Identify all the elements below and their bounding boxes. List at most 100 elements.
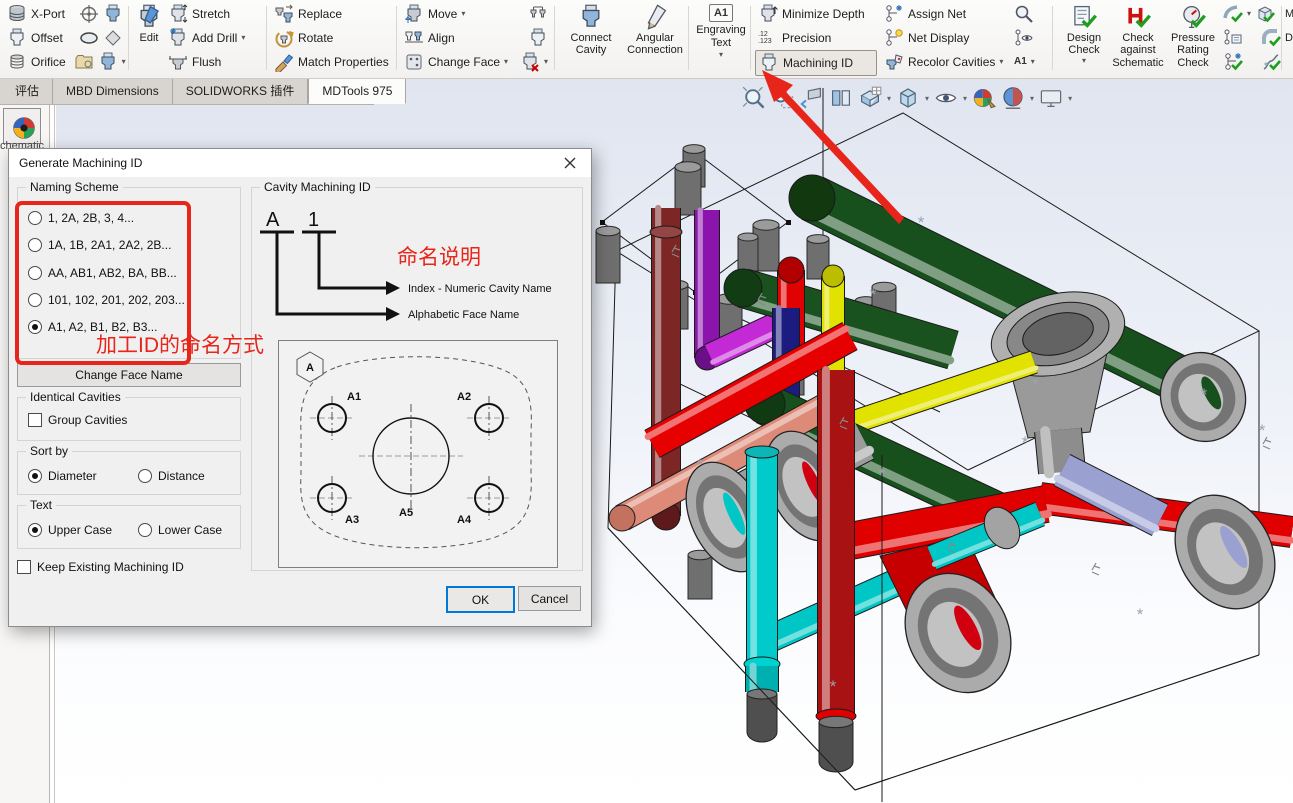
library-cavity-icon[interactable] <box>74 52 94 72</box>
oval-cavity-icon[interactable] <box>79 28 99 48</box>
flush-icon <box>168 52 188 72</box>
dropdown-icon[interactable]: ▾ <box>999 58 1003 66</box>
svg-text:A1: A1 <box>347 391 361 403</box>
id-display-button[interactable]: A1 ▾ <box>1011 50 1051 74</box>
tab-mdtools-975[interactable]: MDTools 975 <box>308 78 407 104</box>
group-cavities-checkbox[interactable]: Group Cavities <box>28 412 127 427</box>
dropdown-icon[interactable]: ▾ <box>963 94 967 103</box>
locate-cavity-icon[interactable] <box>79 4 99 24</box>
net-check-icon[interactable] <box>1223 52 1243 72</box>
dialog-title: Generate Machining ID <box>19 156 143 170</box>
align-button[interactable]: Align <box>401 26 551 50</box>
angular-connection-button[interactable]: Angular Connection <box>622 2 688 78</box>
view-settings-icon[interactable] <box>1039 86 1063 110</box>
stretch-button[interactable]: Stretch <box>165 2 248 26</box>
svg-text:A: A <box>266 209 280 231</box>
zoom-cavity-button[interactable] <box>1011 2 1051 26</box>
dropdown-icon[interactable]: ▾ <box>504 58 508 66</box>
tab-solidworks-addins[interactable]: SOLIDWORKS 插件 <box>172 78 309 104</box>
chamfer-icon[interactable] <box>103 28 123 48</box>
sort-distance-radio[interactable]: Distance <box>138 468 205 483</box>
replace-button[interactable]: Replace <box>271 2 393 26</box>
radio-1-2a-2b[interactable]: 1, 2A, 2B, 3, 4... <box>28 210 134 225</box>
id-lamp-icon: A1 <box>1014 55 1027 67</box>
cancel-button[interactable]: Cancel <box>518 586 581 611</box>
keep-existing-id-checkbox[interactable]: Keep Existing Machining ID <box>17 559 184 574</box>
magnifier-icon <box>1014 4 1034 24</box>
text-case-group: Text Upper Case Lower Case <box>17 498 241 549</box>
net-display-button[interactable]: Net Display <box>881 26 1007 50</box>
zoom-to-fit-icon[interactable] <box>742 86 766 110</box>
radio-101-102[interactable]: 101, 102, 201, 202, 203... <box>28 292 185 307</box>
pressure-rating-check-button[interactable]: Pressure Rating Check <box>1166 2 1220 78</box>
net-visibility-button[interactable] <box>1011 26 1051 50</box>
precision-button[interactable]: .12 .123 Precision <box>755 26 877 50</box>
dropdown-icon[interactable]: ▾ <box>925 94 929 103</box>
wire-check-icon[interactable] <box>1261 52 1281 72</box>
radio-1a-1b-2a1[interactable]: 1A, 1B, 2A1, 2A2, 2B... <box>28 237 171 252</box>
change-face-button[interactable]: Change Face ▾ ▾ <box>401 50 551 74</box>
svg-text:1: 1 <box>308 209 319 231</box>
svg-text:*: * <box>830 677 837 696</box>
close-button[interactable] <box>549 149 591 177</box>
cavity-check-icon[interactable] <box>1223 4 1243 24</box>
pair-cavities-icon[interactable] <box>528 4 548 24</box>
minimize-depth-button[interactable]: Minimize Depth <box>755 2 877 26</box>
upper-case-radio[interactable]: Upper Case <box>28 522 112 537</box>
rotate-button[interactable]: Rotate <box>271 26 393 50</box>
volume-check-icon[interactable] <box>1255 4 1275 24</box>
ok-button[interactable]: OK <box>446 586 515 613</box>
edit-appearance-icon[interactable] <box>972 86 996 110</box>
dropdown-icon[interactable]: ▾ <box>1030 94 1034 103</box>
connect-cavity-button[interactable]: Connect Cavity <box>560 2 622 78</box>
xport-button[interactable]: X-Port <box>4 2 126 26</box>
add-drill-button[interactable]: Add Drill ▾ <box>165 26 248 50</box>
tab-evaluate[interactable]: 评估 <box>2 78 54 104</box>
hide-show-items-icon[interactable] <box>934 86 958 110</box>
section-view-icon[interactable] <box>829 86 853 110</box>
view-orientation-icon[interactable] <box>858 86 882 110</box>
lower-case-radio[interactable]: Lower Case <box>138 522 222 537</box>
edit-button[interactable]: Edit <box>133 2 165 78</box>
match-properties-button[interactable]: Match Properties <box>271 50 393 74</box>
svg-text:*: * <box>870 285 877 304</box>
flush-button[interactable]: Flush <box>165 50 248 74</box>
radio-aa-ab1[interactable]: AA, AB1, AB2, BA, BB... <box>28 265 177 280</box>
dropdown-icon[interactable]: ▾ <box>544 58 548 66</box>
dropdown-icon[interactable]: ▾ <box>1068 94 1072 103</box>
ghost-cavity-icon[interactable] <box>528 28 548 48</box>
dropdown-icon[interactable]: ▾ <box>461 10 465 18</box>
delete-cavity-icon[interactable] <box>520 52 540 72</box>
dropdown-icon[interactable]: ▾ <box>719 50 723 59</box>
offset-button[interactable]: Offset <box>4 26 126 50</box>
cavity-icon[interactable] <box>103 4 123 24</box>
dropdown-icon[interactable]: ▾ <box>1247 10 1251 18</box>
tab-mbd-dimensions[interactable]: MBD Dimensions <box>53 78 173 104</box>
dropdown-icon[interactable]: ▾ <box>887 94 891 103</box>
apply-scene-icon[interactable] <box>1001 86 1025 110</box>
sort-diameter-radio[interactable]: Diameter <box>28 468 97 483</box>
display-style-icon[interactable] <box>896 86 920 110</box>
dropdown-icon[interactable]: ▾ <box>1031 58 1035 66</box>
previous-view-icon[interactable] <box>800 86 824 110</box>
dropdown-icon[interactable]: ▾ <box>122 58 126 66</box>
check-against-schematic-button[interactable]: Check against Schematic <box>1110 2 1166 78</box>
recolor-cavities-button[interactable]: Recolor Cavities ▾ <box>881 50 1007 74</box>
dialog-titlebar[interactable]: Generate Machining ID <box>9 149 591 177</box>
dropdown-icon[interactable]: ▾ <box>1082 56 1086 65</box>
design-check-button[interactable]: Design Check ▾ <box>1058 2 1110 78</box>
truncated-ribbon-button[interactable]: M D <box>1285 2 1293 50</box>
move-button[interactable]: Move ▾ <box>401 2 551 26</box>
change-face-name-button[interactable]: Change Face Name <box>17 363 241 387</box>
orifice-button[interactable]: Orifice ▾ <box>4 50 126 74</box>
bend-check-icon[interactable] <box>1261 28 1281 48</box>
zoom-to-area-icon[interactable] <box>771 86 795 110</box>
radio-a1-a2-b1[interactable]: A1, A2, B1, B2, B3... <box>28 319 157 334</box>
machining-id-button[interactable]: Machining ID <box>755 50 877 76</box>
dropdown-icon[interactable]: ▾ <box>241 34 245 42</box>
assign-net-button[interactable]: Assign Net <box>881 2 1007 26</box>
insert-cavity-icon[interactable] <box>98 52 118 72</box>
engraving-text-button[interactable]: A1 Engraving Text ▾ <box>693 2 749 78</box>
net-list-icon[interactable] <box>1223 28 1243 48</box>
engraving-text-icon: A1 <box>708 4 734 23</box>
